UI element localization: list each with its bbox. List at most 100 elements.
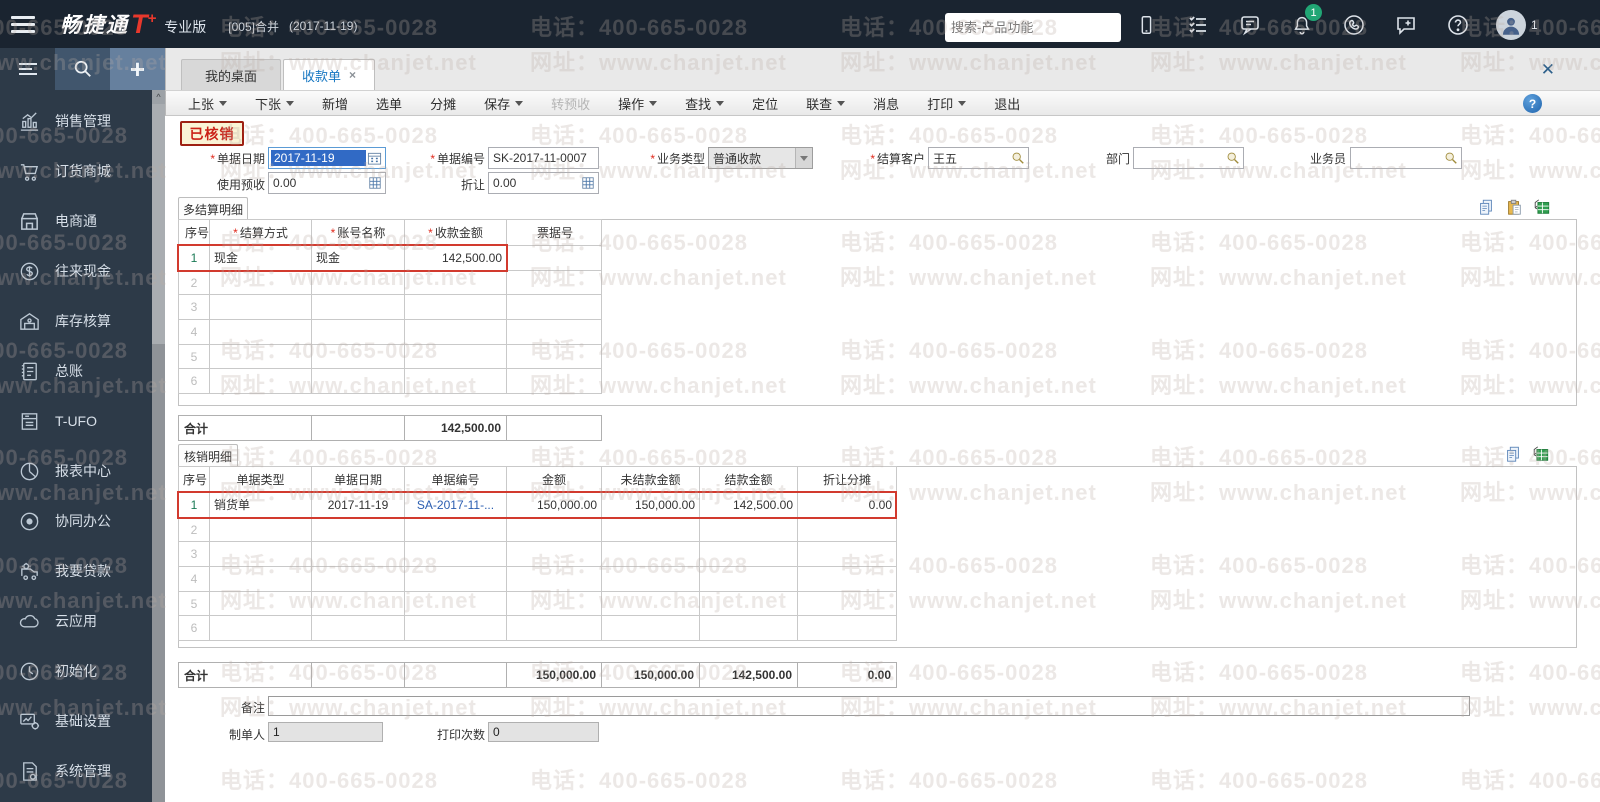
copy-icon[interactable] (1475, 197, 1496, 216)
sidebar-item-report-center-pie[interactable]: 报表中心 (0, 446, 152, 496)
grid-cell[interactable] (311, 566, 405, 592)
grid-cell[interactable] (404, 541, 507, 568)
toolbar-linked-query-button[interactable]: 联查 (806, 94, 846, 113)
grid-cell-amount[interactable]: 142,500.00 (404, 245, 507, 271)
grid-cell-account[interactable]: 现金 (311, 245, 405, 271)
mobile-app-icon[interactable] (1132, 11, 1160, 39)
grid-cell[interactable] (404, 343, 507, 370)
tab-close-icon[interactable]: × (349, 68, 356, 82)
toolbar-next-button[interactable]: 下张 (255, 94, 295, 113)
grid-cell[interactable] (209, 368, 312, 395)
dropdown-caret-icon[interactable] (795, 148, 812, 168)
sidebar-item-collaboration[interactable]: 协同办公 (0, 496, 152, 546)
grid-cell[interactable] (797, 566, 897, 592)
export-excel-icon[interactable] (1530, 444, 1551, 463)
grid-cell[interactable] (699, 590, 798, 617)
grid-cell[interactable] (699, 516, 798, 543)
grid-cell[interactable] (209, 590, 312, 617)
department-input[interactable] (1133, 147, 1244, 169)
toolbar-locate-button[interactable]: 定位 (752, 94, 778, 113)
grid-cell[interactable] (699, 615, 798, 642)
grid-cell[interactable] (506, 541, 602, 568)
grid-cell[interactable] (601, 541, 700, 568)
sidebar-filter-icon[interactable] (0, 48, 55, 90)
biz-type-select[interactable]: 普通收款 (708, 147, 813, 169)
sidebar-add-icon[interactable]: + (110, 48, 165, 90)
grid-cell-settled[interactable]: 142,500.00 (699, 492, 798, 518)
calendar-icon[interactable] (366, 150, 383, 167)
toolbar-message-button[interactable]: 消息 (873, 94, 899, 113)
lookup-magnifier-icon[interactable] (1442, 150, 1459, 167)
source-doc-link[interactable]: SA-2017-11-... (404, 492, 507, 518)
grid-cell[interactable] (311, 615, 405, 642)
lookup-magnifier-icon[interactable] (1224, 150, 1241, 167)
hamburger-menu-icon[interactable] (0, 0, 46, 48)
search-input[interactable] (951, 20, 1127, 35)
grid-cell[interactable] (311, 294, 405, 321)
page-help-icon[interactable]: ? (1523, 94, 1542, 113)
sidebar-item-ledger-book[interactable]: 总账 (0, 346, 152, 396)
sidebar-item-basic-settings[interactable]: 基础设置 (0, 696, 152, 746)
toolbar-prev-button[interactable]: 上张 (188, 94, 228, 113)
grid-cell[interactable] (601, 615, 700, 642)
grid-cell-bill-no[interactable] (506, 245, 602, 271)
grid-cell-unsettled[interactable]: 150,000.00 (601, 492, 700, 518)
grid-cell[interactable] (404, 269, 507, 296)
export-excel-icon[interactable] (1531, 197, 1552, 216)
toolbar-find-button[interactable]: 查找 (685, 94, 725, 113)
grid-cell[interactable] (209, 566, 312, 592)
product-search-box[interactable] (945, 13, 1127, 42)
grid-cell[interactable] (311, 590, 405, 617)
sidebar-item-sales-chart[interactable]: 销售管理 (0, 96, 152, 146)
discount-input[interactable]: 0.00 (488, 172, 599, 194)
grid-cell[interactable] (311, 319, 405, 345)
grid-cell[interactable] (311, 269, 405, 296)
calculator-grid-icon[interactable] (366, 175, 383, 192)
grid-cell[interactable] (404, 368, 507, 395)
scroll-up-arrow[interactable]: ^ (152, 90, 165, 104)
grid-cell[interactable] (797, 590, 897, 617)
grid-cell[interactable] (797, 615, 897, 642)
feedback-chat-icon[interactable] (1392, 11, 1420, 39)
grid-cell[interactable] (209, 615, 312, 642)
sidebar-item-loan-truck[interactable]: 我要贷款 (0, 546, 152, 596)
sidebar-search-icon[interactable] (55, 48, 110, 90)
grid-cell[interactable] (311, 368, 405, 395)
grid-cell[interactable] (506, 319, 602, 345)
phone-support-icon[interactable] (1340, 11, 1368, 39)
task-list-icon[interactable] (1184, 11, 1212, 39)
grid-cell[interactable] (506, 590, 602, 617)
grid-cell[interactable] (209, 319, 312, 345)
grid-cell[interactable] (506, 615, 602, 642)
grid-cell[interactable] (699, 541, 798, 568)
sidebar-item-system-manage[interactable]: 系统管理 (0, 746, 152, 796)
tab-settlement-detail[interactable]: 多结算明细 (178, 197, 248, 220)
grid-cell[interactable] (506, 294, 602, 321)
grid-cell[interactable] (506, 269, 602, 296)
grid-cell[interactable] (797, 516, 897, 543)
toolbar-allocate-button[interactable]: 分摊 (430, 94, 456, 113)
sidebar-scrollbar[interactable]: ^ (152, 90, 165, 802)
toolbar-print-button[interactable]: 打印 (927, 94, 967, 113)
sidebar-item-order-mall-cart[interactable]: 订货商城 (0, 146, 152, 196)
grid-cell[interactable] (209, 516, 312, 543)
grid-cell[interactable] (506, 343, 602, 370)
grid-cell-doc-date[interactable]: 2017-11-19 (311, 492, 405, 518)
tab-writeoff-detail[interactable]: 核销明细 (178, 444, 238, 467)
tab-receipt-doc[interactable]: 收款单 × (283, 59, 375, 90)
sidebar-item-cash-dollar[interactable]: 往来现金 (0, 246, 152, 296)
toolbar-exit-button[interactable]: 退出 (994, 94, 1020, 113)
grid-cell[interactable] (209, 343, 312, 370)
remark-input[interactable] (268, 696, 1470, 716)
grid-cell[interactable] (797, 541, 897, 568)
grid-cell-amount[interactable]: 150,000.00 (506, 492, 602, 518)
toolbar-select-doc-button[interactable]: 选单 (376, 94, 402, 113)
grid-cell[interactable] (404, 516, 507, 543)
grid-cell[interactable] (311, 541, 405, 568)
grid-cell[interactable] (209, 294, 312, 321)
doc-date-input[interactable]: 2017-11-19 (268, 147, 386, 169)
sidebar-item-tufo-report[interactable]: T-UFO (0, 396, 152, 446)
grid-cell[interactable] (209, 541, 312, 568)
scrollbar-thumb[interactable] (152, 104, 165, 344)
grid-cell[interactable] (506, 516, 602, 543)
